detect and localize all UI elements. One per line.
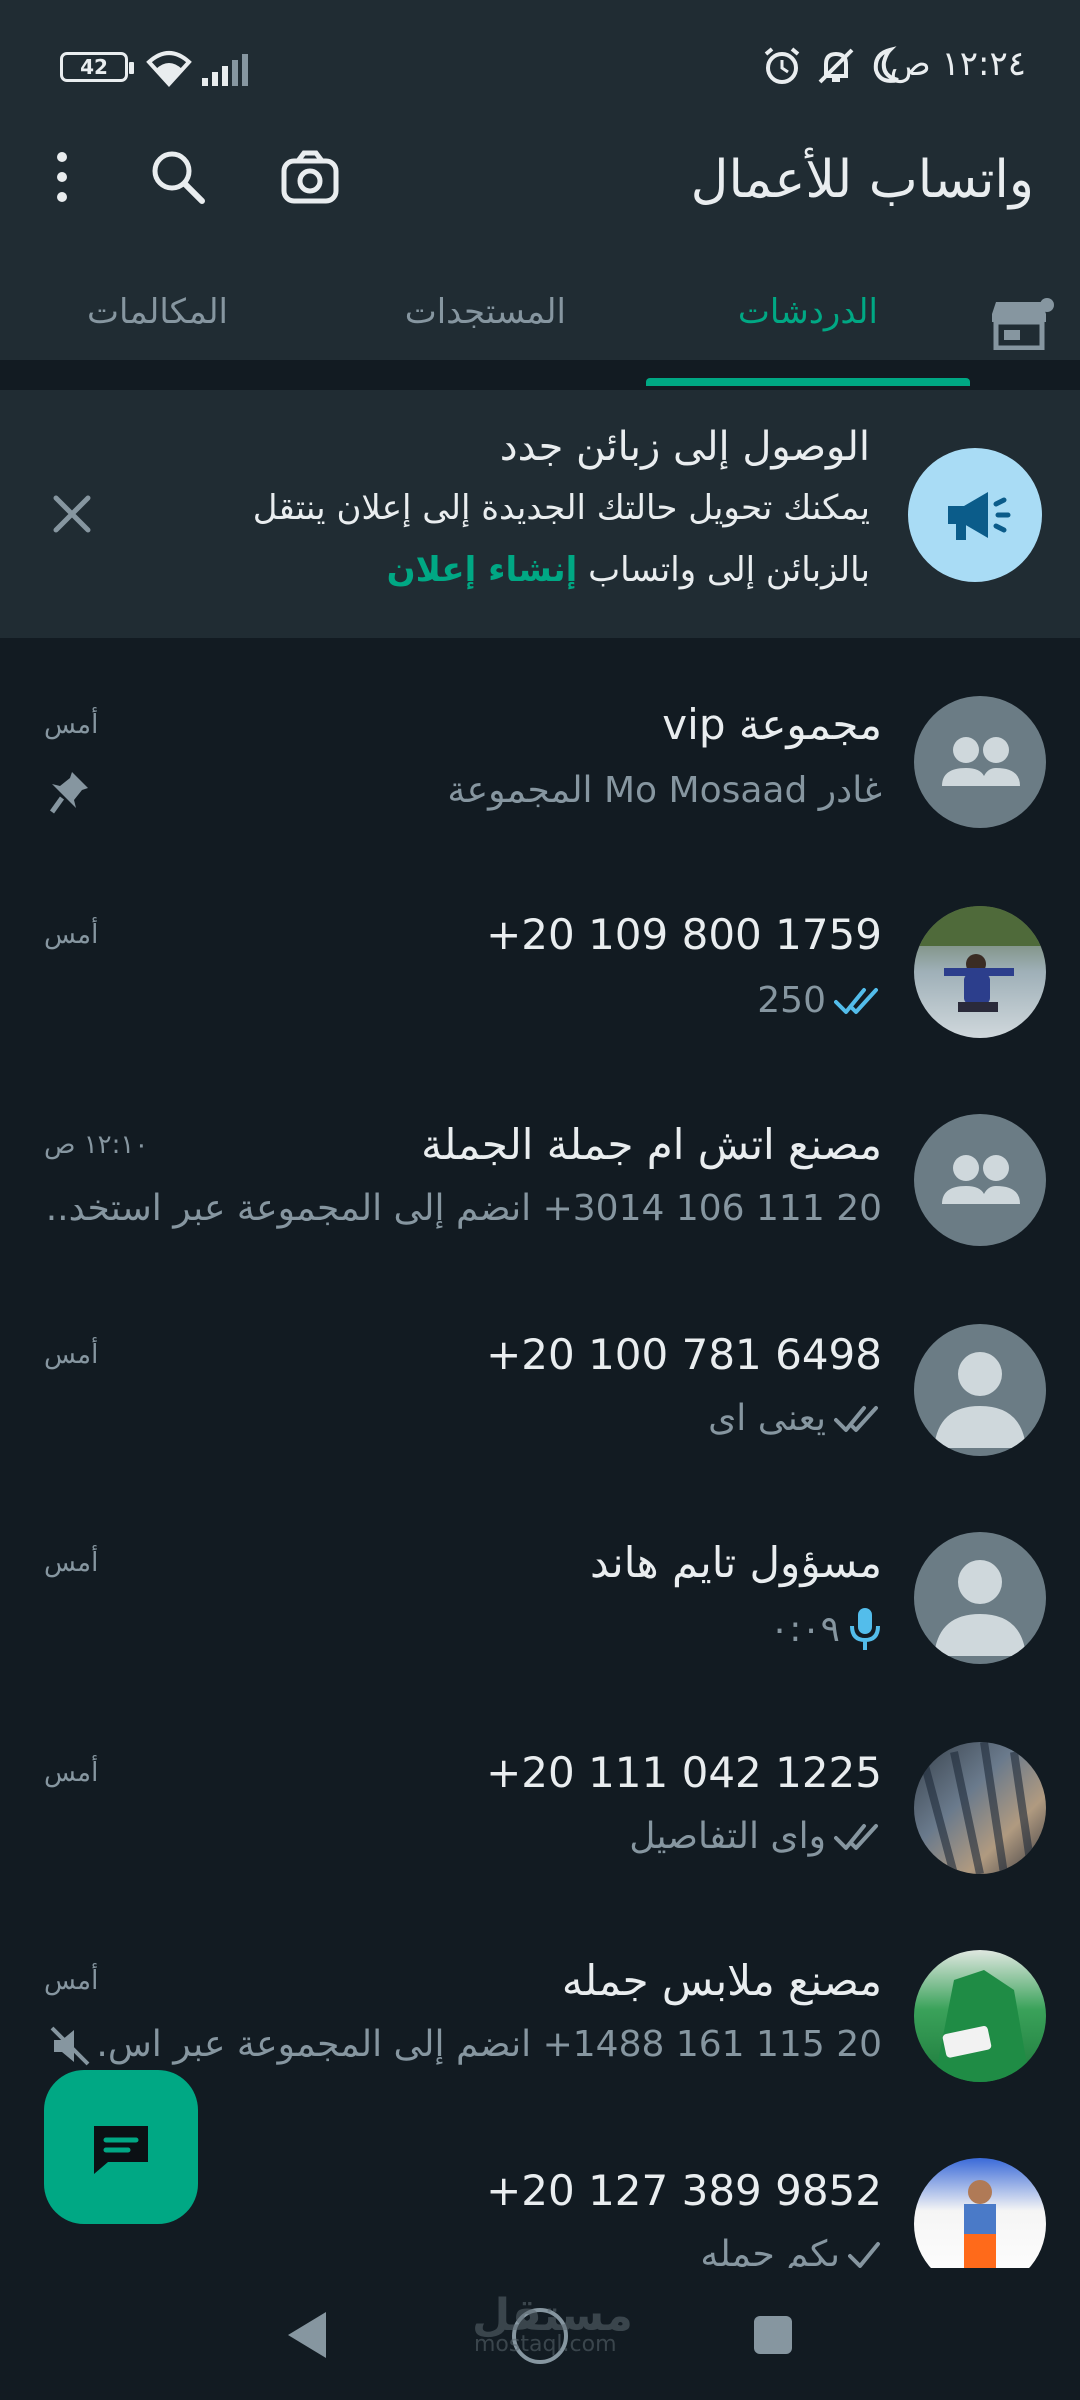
notification-dot — [1040, 298, 1054, 312]
megaphone-icon — [948, 492, 1011, 540]
contact-avatar — [914, 1742, 1046, 1874]
photo-avatar-icon — [934, 1970, 1030, 2082]
camera-icon[interactable] — [278, 145, 342, 209]
watermark-url: mostaql.com — [474, 2332, 617, 2357]
contact-avatar — [914, 1950, 1046, 2082]
tab-indicator — [646, 378, 970, 386]
group-avatar — [914, 696, 1046, 828]
chat-preview: واى التفاصيل — [629, 1816, 882, 1857]
chat-preview-text: واى التفاصيل — [629, 1816, 826, 1857]
chat-time: أمس — [44, 920, 99, 950]
sent-tick-icon — [848, 2241, 880, 2268]
chat-name: مجموعة vip — [662, 700, 882, 749]
microphone-icon — [850, 1608, 880, 1650]
battery-icon: 42 — [60, 52, 134, 82]
promo-text-2-body: بالزبائن إلى واتساب — [588, 550, 870, 590]
photo-avatar-icon — [920, 1742, 1036, 1874]
promo-avatar — [908, 448, 1042, 582]
chat-preview: 20 111 106 3014+ انضم إلى المجموعة عبر ا… — [42, 1188, 882, 1229]
chat-row[interactable]: +20 111 042 1225 واى التفاصيل أمس — [0, 1718, 1080, 1928]
page-title: واتساب للأعمال — [690, 150, 1034, 210]
read-ticks-icon — [834, 987, 878, 1014]
voice-duration: ٠:٠٩ — [769, 1608, 840, 1650]
person-icon — [934, 1352, 1026, 1448]
promo-text-2: بالزبائن إلى واتساب إنشاء إعلان — [387, 550, 870, 590]
default-avatar — [914, 1324, 1046, 1456]
person-icon — [934, 1560, 1026, 1656]
battery-level: 42 — [80, 55, 108, 79]
group-icon — [942, 1155, 1020, 1204]
chat-preview: غادر Mo Mosaad المجموعة — [447, 770, 882, 811]
chat-preview: 250 — [757, 980, 882, 1021]
chat-preview: يعنى اى — [708, 1398, 882, 1439]
status-bar: 42 ١٢:٢٤ ص — [0, 0, 1080, 130]
chat-row[interactable]: مصنع اتش ام جملة الجملة 20 111 106 3014+… — [0, 1088, 1080, 1298]
delivered-ticks-icon — [834, 1823, 878, 1850]
back-icon[interactable] — [284, 2310, 330, 2360]
chat-preview-text: غادر Mo Mosaad المجموعة — [447, 770, 882, 811]
more-options-icon[interactable] — [30, 145, 94, 209]
chat-row[interactable]: +20 109 800 1759 250 أمس — [0, 878, 1080, 1088]
delivered-ticks-icon — [834, 1405, 878, 1432]
chat-preview-text: 20 115 161 1488+ انضم إلى المجموعة عبر ا… — [96, 2024, 882, 2065]
search-icon[interactable] — [146, 145, 210, 209]
chat-name: +20 109 800 1759 — [486, 910, 882, 959]
group-avatar — [914, 1114, 1046, 1246]
wifi-icon — [146, 51, 192, 87]
alarm-icon — [764, 47, 800, 84]
chat-row[interactable]: +20 100 781 6498 يعنى اى أمس — [0, 1298, 1080, 1508]
chat-time: أمس — [44, 1548, 99, 1578]
chat-time: ١٢:١٠ ص — [44, 1130, 149, 1160]
chat-name: مصنع ملابس جمله — [561, 1956, 882, 2005]
chat-row[interactable]: مسؤول تايم هاند ٠:٠٩ أمس — [0, 1508, 1080, 1718]
chat-time: أمس — [44, 1966, 99, 1996]
chat-row[interactable]: مجموعة vip غادر Mo Mosaad المجموعة أمس — [0, 668, 1080, 878]
group-icon — [942, 737, 1020, 786]
pin-icon — [49, 772, 88, 814]
tab-calls[interactable]: المكالمات — [87, 292, 228, 332]
clock: ١٢:٢٤ ص — [889, 44, 1026, 84]
muted-icon — [50, 2026, 90, 2066]
chat-preview-text: يعنى اى — [708, 1398, 826, 1439]
contact-avatar — [914, 906, 1046, 1038]
signal-icon — [202, 54, 248, 86]
promo-text: يمكنك تحويل حالتك الجديدة إلى إعلان ينتق… — [252, 488, 870, 528]
notifications-off-icon — [818, 48, 854, 84]
chat-name: +20 100 781 6498 — [486, 1330, 882, 1379]
new-chat-icon — [94, 2126, 148, 2174]
chat-time: أمس — [44, 1758, 99, 1788]
create-ad-link[interactable]: إنشاء إعلان — [387, 550, 578, 590]
close-icon[interactable] — [50, 492, 94, 536]
tab-chats[interactable]: الدردشات — [738, 292, 878, 332]
default-avatar — [914, 1532, 1046, 1664]
chat-time: أمس — [44, 1340, 99, 1370]
photo-avatar-icon — [914, 906, 1046, 1012]
recents-button[interactable] — [754, 2316, 792, 2354]
chat-preview: 20 115 161 1488+ انضم إلى المجموعة عبر ا… — [96, 2024, 882, 2065]
chat-name: +20 127 389 9852 — [486, 2166, 882, 2215]
chat-preview-text: 250 — [757, 980, 826, 1021]
tab-updates[interactable]: المستجدات — [405, 292, 566, 332]
chat-name: مسؤول تايم هاند — [590, 1538, 882, 1587]
chat-time: أمس — [44, 710, 99, 740]
promo-title: الوصول إلى زبائن جدد — [499, 424, 870, 470]
chat-name: +20 111 042 1225 — [486, 1748, 882, 1797]
new-chat-button[interactable] — [44, 2070, 198, 2224]
chat-name: مصنع اتش ام جملة الجملة — [421, 1120, 882, 1169]
chat-preview: ٠:٠٩ — [770, 1606, 882, 1652]
chat-preview-text: 20 111 106 3014+ انضم إلى المجموعة عبر ا… — [42, 1188, 882, 1229]
